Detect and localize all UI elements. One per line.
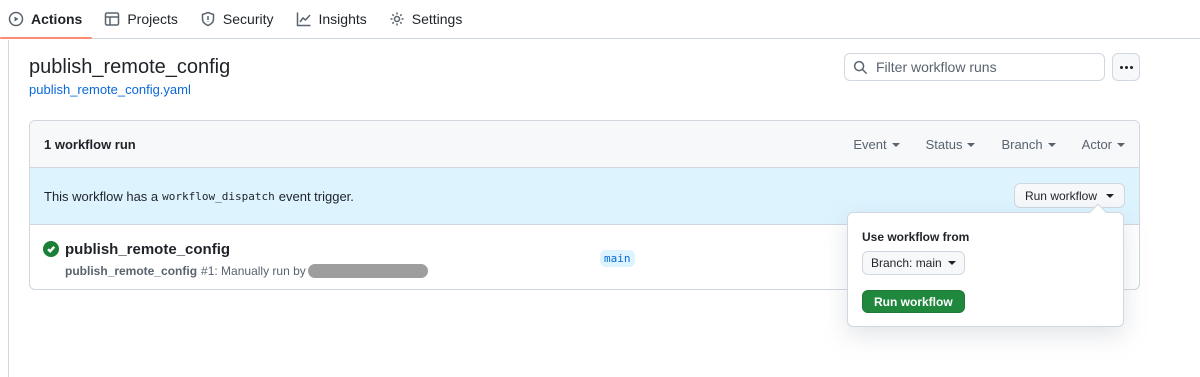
repo-nav: Actions Projects Security Insights Setti… (0, 0, 1200, 39)
sidebar-divider (8, 40, 9, 377)
runs-filters: Event Status Branch Actor (853, 121, 1125, 168)
chevron-down-icon (1047, 142, 1056, 147)
dispatch-text-after: event trigger. (278, 188, 354, 204)
filter-label: Branch (1001, 137, 1043, 152)
branch-select-label: Branch: main (871, 256, 942, 270)
kebab-dot (1124, 65, 1128, 69)
run-title[interactable]: publish_remote_config (65, 241, 230, 258)
kebab-dot (1129, 65, 1133, 69)
gear-icon (390, 12, 404, 26)
runs-header: 1 workflow run Event Status Branch Actor (30, 121, 1139, 168)
run-workflow-popover: Use workflow from Branch: main Run workf… (847, 212, 1124, 327)
actor-filter[interactable]: Actor (1082, 137, 1125, 152)
more-options-button[interactable] (1112, 53, 1140, 81)
filter-runs-input[interactable] (876, 59, 1096, 75)
tab-settings[interactable]: Settings (389, 0, 473, 38)
tab-label: Projects (127, 11, 178, 27)
chevron-down-icon (1117, 142, 1125, 147)
tab-security[interactable]: Security (200, 0, 284, 38)
redacted-username (307, 264, 428, 278)
tab-projects[interactable]: Projects (104, 0, 188, 38)
status-filter[interactable]: Status (926, 137, 976, 152)
chevron-down-icon (947, 261, 956, 265)
run-workflow-submit-button[interactable]: Run workflow (862, 290, 965, 313)
chevron-down-icon (967, 142, 976, 147)
filter-runs-field[interactable] (844, 53, 1105, 81)
tab-label: Settings (411, 11, 463, 27)
tab-insights[interactable]: Insights (296, 0, 377, 38)
shield-icon (201, 11, 215, 27)
page-title: publish_remote_config (29, 56, 231, 78)
tab-label: Security (222, 11, 274, 27)
branch-label[interactable]: main (600, 250, 635, 267)
run-meta-text: #1: Manually run by (201, 264, 306, 278)
filter-label: Actor (1081, 137, 1112, 152)
use-workflow-from-label: Use workflow from (862, 230, 970, 244)
filter-label: Event (853, 137, 887, 152)
run-workflow-name: publish_remote_config (65, 264, 198, 278)
branch-select-button[interactable]: Branch: main (862, 251, 965, 275)
table-icon (105, 12, 120, 26)
event-filter[interactable]: Event (853, 137, 900, 152)
run-workflow-dropdown-button[interactable]: Run workflow (1013, 183, 1125, 208)
success-check-icon (43, 241, 59, 257)
tab-actions[interactable]: Actions (0, 0, 93, 39)
chevron-down-icon (891, 142, 900, 147)
run-meta: publish_remote_config #1: Manually run b… (65, 264, 428, 278)
dispatch-code: workflow_dispatch (162, 189, 275, 203)
graph-icon (296, 12, 311, 27)
play-icon (8, 11, 24, 27)
dispatch-text-before: This workflow has a (44, 188, 159, 204)
chevron-down-icon (1106, 193, 1114, 198)
tab-label: Actions (31, 11, 83, 27)
branch-filter[interactable]: Branch (1001, 137, 1056, 152)
runs-count: 1 workflow run (44, 136, 136, 152)
run-workflow-label: Run workflow (1024, 188, 1097, 203)
search-icon (853, 60, 868, 74)
filter-label: Status (925, 137, 963, 152)
kebab-dot (1119, 65, 1123, 69)
tab-label: Insights (318, 11, 367, 27)
workflow-file-link[interactable]: publish_remote_config.yaml (29, 82, 191, 97)
